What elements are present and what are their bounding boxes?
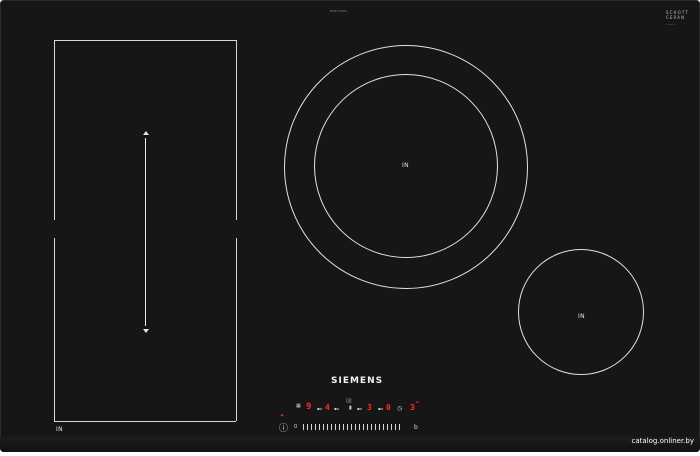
zone-select-1-icon[interactable]: ▦	[296, 403, 301, 409]
small-zone-ring	[518, 249, 644, 375]
flex-mode-icon[interactable]: ▮	[349, 405, 352, 411]
glass-brand-line2: CERAN	[666, 15, 686, 20]
flex-zone-top	[54, 40, 236, 41]
zone-select-4-icon[interactable]: ▪▫	[357, 406, 362, 411]
flex-zone-right-lower	[236, 238, 237, 421]
slider-min-icon[interactable]: 0	[294, 424, 297, 430]
arrow-down-icon	[143, 329, 149, 333]
zone-label-small: IN	[578, 313, 585, 320]
flex-zone-left-lower	[54, 238, 55, 421]
arrow-up-icon	[143, 131, 149, 135]
zone-label-flex: IN	[56, 426, 63, 433]
induction-hob: ED871HPS SCHOTT CERAN ∙∙∙∙∙∙ IN IN IN SI…	[0, 0, 700, 452]
hob-frame-edge	[0, 437, 700, 452]
zone-select-2-icon[interactable]: ▪▫	[317, 406, 322, 411]
slider-max-icon[interactable]: b	[414, 424, 418, 431]
brand-logo: SIEMENS	[331, 376, 384, 386]
zone-label-large: IN	[402, 162, 409, 169]
power-icon[interactable]: ⓘ	[279, 421, 288, 434]
zone-4-display: 3	[367, 403, 372, 412]
flex-zone-right-upper	[236, 40, 237, 220]
flex-zone-bottom	[54, 421, 236, 422]
flex-zone-center-line	[145, 138, 146, 326]
model-code: ED871HPS	[330, 9, 348, 13]
timer-indicator: ▬	[416, 400, 419, 404]
zone-select-5-icon[interactable]: ▪▫	[378, 406, 383, 411]
flex-zone-left-upper	[54, 40, 55, 220]
zone-5-display: 0	[386, 403, 391, 412]
zone-1-display: 9	[306, 402, 312, 412]
power-indicator-icon: ✦	[280, 413, 285, 419]
clock-icon[interactable]: ◷	[397, 405, 402, 412]
zone-2-display: 4	[325, 403, 330, 412]
schott-ceran-logo: SCHOTT CERAN	[666, 10, 689, 20]
power-slider[interactable]	[303, 424, 402, 430]
zone-select-3-icon[interactable]: ▪▫	[334, 406, 339, 411]
timer-display: 3	[410, 403, 415, 412]
glass-brand-small: ∙∙∙∙∙∙	[666, 23, 676, 26]
pause-icon[interactable]: ▯▯	[346, 398, 352, 404]
watermark: catalog.onliner.by	[631, 437, 694, 445]
